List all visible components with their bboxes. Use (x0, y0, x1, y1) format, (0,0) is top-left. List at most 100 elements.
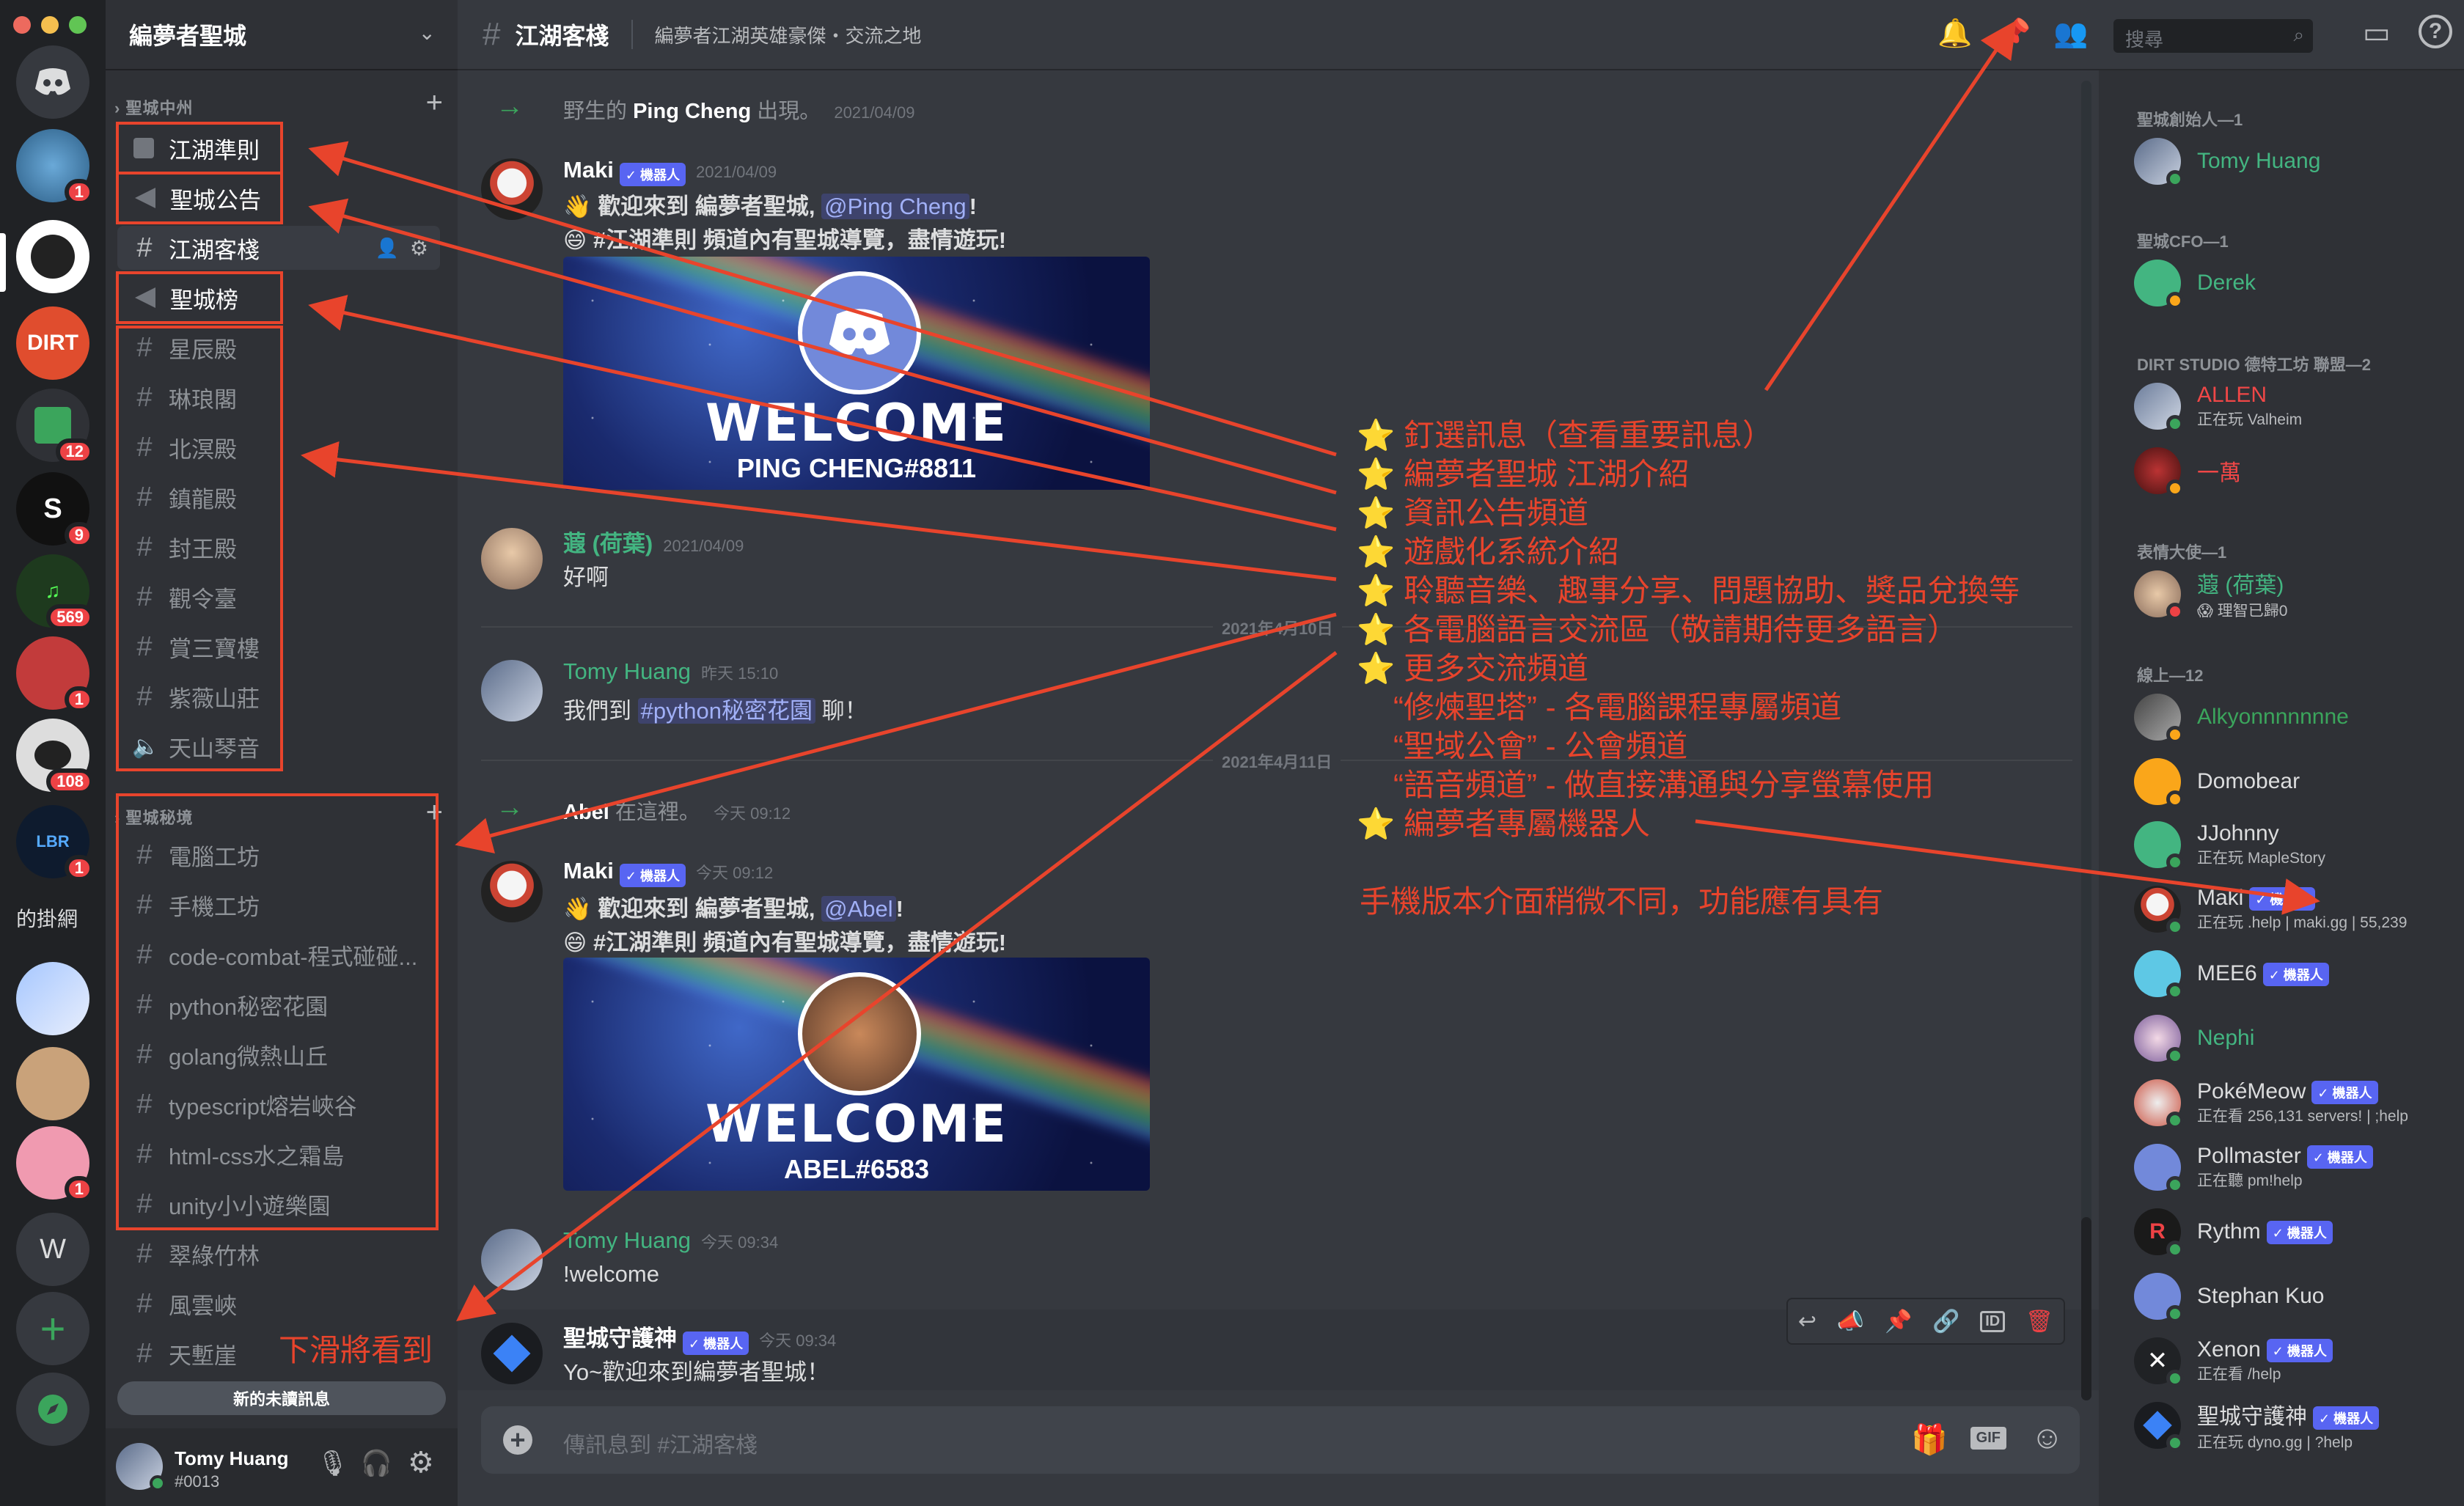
new-unread-button[interactable]: 新的未讀訊息 (117, 1381, 446, 1415)
avatar[interactable] (481, 660, 543, 721)
message-composer[interactable]: + 傳訊息到 #江湖客棧 🎁 GIF ☺ (481, 1406, 2080, 1474)
guild-header[interactable]: 編夢者聖城 ⌄ (106, 0, 458, 70)
server-icon-red[interactable]: 1 (16, 636, 94, 713)
member-item[interactable]: 一萬 (2134, 441, 2457, 500)
add-attachment-button[interactable]: + (503, 1425, 532, 1455)
member-item[interactable]: 聖城守護神 ✓ 機器人 正在玩 dyno.gg | ?help (2134, 1396, 2457, 1455)
gear-icon[interactable]: ⚙ (408, 1446, 434, 1480)
welcome-card-image[interactable]: WELCOME ABEL#6583 (563, 958, 1150, 1191)
member-item[interactable]: Domobear (2134, 752, 2457, 811)
headphones-icon[interactable]: 🎧 (361, 1449, 392, 1478)
channel-item[interactable]: # 翠綠竹林 (117, 1232, 440, 1276)
channel-inn[interactable]: # 江湖客棧 👤 ⚙ (117, 226, 440, 270)
add-member-icon[interactable]: 👤 (375, 237, 399, 260)
msg-author[interactable]: Maki (563, 858, 614, 884)
explore-servers-button[interactable] (16, 1373, 89, 1446)
member-item[interactable]: Tomy Huang (2134, 132, 2457, 191)
server-icon-monster[interactable]: 1 (16, 129, 94, 205)
member-item[interactable]: PokéMeow ✓ 機器人 正在看 256,131 servers! | ;hel… (2134, 1073, 2457, 1132)
server-icon-panda[interactable]: 108 (16, 719, 94, 795)
avatar (2134, 886, 2184, 936)
megaphone-icon[interactable]: 📣 (1837, 1309, 1864, 1334)
header-right-area: 搜尋 ⌕ ▭ ? (2099, 0, 2464, 70)
close-window-button[interactable] (13, 16, 31, 34)
microphone-icon[interactable]: 🎙 (317, 1449, 348, 1478)
member-item[interactable]: R Rythm ✓ 機器人 (2134, 1202, 2457, 1261)
msg-author[interactable]: Tomy Huang (563, 1227, 691, 1253)
category-central[interactable]: › 聖城中州 (114, 95, 193, 119)
emoji-icon[interactable]: ☺ (2031, 1419, 2064, 1456)
gear-icon[interactable]: ⚙ (410, 236, 428, 260)
id-icon[interactable]: ID (1980, 1310, 2006, 1332)
server-icon-anime[interactable] (16, 962, 89, 1035)
add-server-button[interactable]: + (16, 1292, 89, 1365)
server-icon-lbr[interactable]: LBR 1 (16, 805, 94, 881)
member-name-text: Maki (2197, 885, 2244, 910)
server-icon-dirt[interactable]: DIRT (16, 306, 89, 380)
member-item[interactable]: JJohnny 正在玩 MapleStory (2134, 815, 2457, 874)
inbox-icon[interactable]: ▭ (2363, 16, 2391, 50)
msg-time: 昨天 15:10 (701, 664, 779, 683)
server-name-text[interactable]: 的掛網 (16, 903, 104, 933)
gift-icon[interactable]: 🎁 (1911, 1422, 1948, 1457)
user-mention[interactable]: @Abel (821, 896, 896, 922)
welcome-card-image[interactable]: WELCOME PING CHENG#8811 (563, 257, 1150, 490)
avatar[interactable] (481, 1323, 543, 1384)
message-input[interactable]: 傳訊息到 #江湖客棧 (563, 1427, 758, 1459)
help-icon[interactable]: ? (2419, 15, 2452, 48)
server-icon-pink[interactable]: 1 (16, 1126, 94, 1202)
join-username[interactable]: Ping Cheng (633, 100, 751, 123)
gif-button[interactable]: GIF (1970, 1427, 2006, 1450)
avatar[interactable] (481, 528, 543, 589)
link-icon[interactable]: 🔗 (1932, 1309, 1959, 1334)
channel-item[interactable]: # 風雲峽 (117, 1282, 440, 1326)
minimize-window-button[interactable] (41, 16, 59, 34)
user-mention[interactable]: @Ping Cheng (821, 194, 969, 219)
server-icon-dreamers[interactable] (16, 220, 89, 293)
member-item[interactable]: Derek (2134, 254, 2457, 312)
annotation-text: 下滑將看到 (279, 1333, 433, 1367)
server-icon-music[interactable]: ♫ 569 (16, 554, 94, 631)
reply-icon[interactable]: ↩ (1798, 1309, 1816, 1334)
member-item[interactable]: ✕ Xenon ✓ 機器人 正在看 /help (2134, 1331, 2457, 1390)
msg-author[interactable]: Tomy Huang (563, 658, 691, 684)
divider (631, 20, 633, 49)
bot-tag: ✓ 機器人 (2266, 1221, 2333, 1245)
scrollbar-thumb[interactable] (2081, 1217, 2091, 1400)
server-icon-girl[interactable] (16, 1047, 89, 1120)
avatar[interactable] (481, 158, 543, 220)
create-channel-button[interactable]: + (426, 88, 443, 117)
search-input[interactable]: 搜尋 (2125, 25, 2163, 52)
channel-topic[interactable]: 編夢者江湖英雄豪傑・交流之地 (655, 21, 922, 48)
avatar: R (2134, 1208, 2184, 1258)
msg-author[interactable]: Maki (563, 157, 614, 183)
join-username[interactable]: Abel (563, 801, 609, 824)
member-item[interactable]: Maki ✓ 機器人 正在玩 .help | maki.gg | 55,239 (2134, 880, 2457, 939)
server-icon-w[interactable]: W (16, 1213, 89, 1286)
msg-author[interactable]: 蕸 (荷葉) (563, 531, 653, 557)
pin-icon[interactable]: 📌 (1996, 18, 2031, 50)
server-icon-five[interactable]: S9 (16, 472, 94, 548)
bell-icon[interactable]: 🔔 (1937, 18, 1972, 50)
member-item[interactable]: Alkyonnnnnnne (2134, 688, 2457, 746)
channel-mention[interactable]: #python秘密花園 (637, 698, 815, 724)
member-item[interactable]: Pollmaster ✓ 機器人 正在聽 pm!help (2134, 1138, 2457, 1197)
member-item[interactable]: Stephan Kuo (2134, 1267, 2457, 1326)
avatar[interactable] (481, 1229, 543, 1290)
member-item[interactable]: ALLEN 正在玩 Valheim (2134, 377, 2457, 436)
member-item[interactable]: Nephi (2134, 1009, 2457, 1068)
server-icon-city[interactable]: 12 (16, 389, 94, 465)
member-item[interactable]: 蕸 (荷葉) 😱 理智已歸0 (2134, 565, 2457, 623)
member-item[interactable]: MEE6 ✓ 機器人 (2134, 944, 2457, 1003)
msg-author[interactable]: 聖城守護神 (563, 1326, 677, 1351)
discord-home-icon[interactable] (16, 45, 89, 119)
scrollbar-track[interactable] (2081, 81, 2091, 1400)
members-icon[interactable]: 👥 (2053, 18, 2088, 50)
msg-text: 聊！ (821, 698, 868, 724)
avatar[interactable] (481, 861, 543, 922)
search-box[interactable]: 搜尋 ⌕ (2113, 19, 2313, 53)
member-activity: 正在玩 Valheim (2197, 411, 2303, 428)
zoom-window-button[interactable] (69, 16, 87, 34)
pin-icon[interactable]: 📌 (1885, 1309, 1912, 1334)
trash-icon[interactable]: 🗑 (2025, 1309, 2053, 1334)
